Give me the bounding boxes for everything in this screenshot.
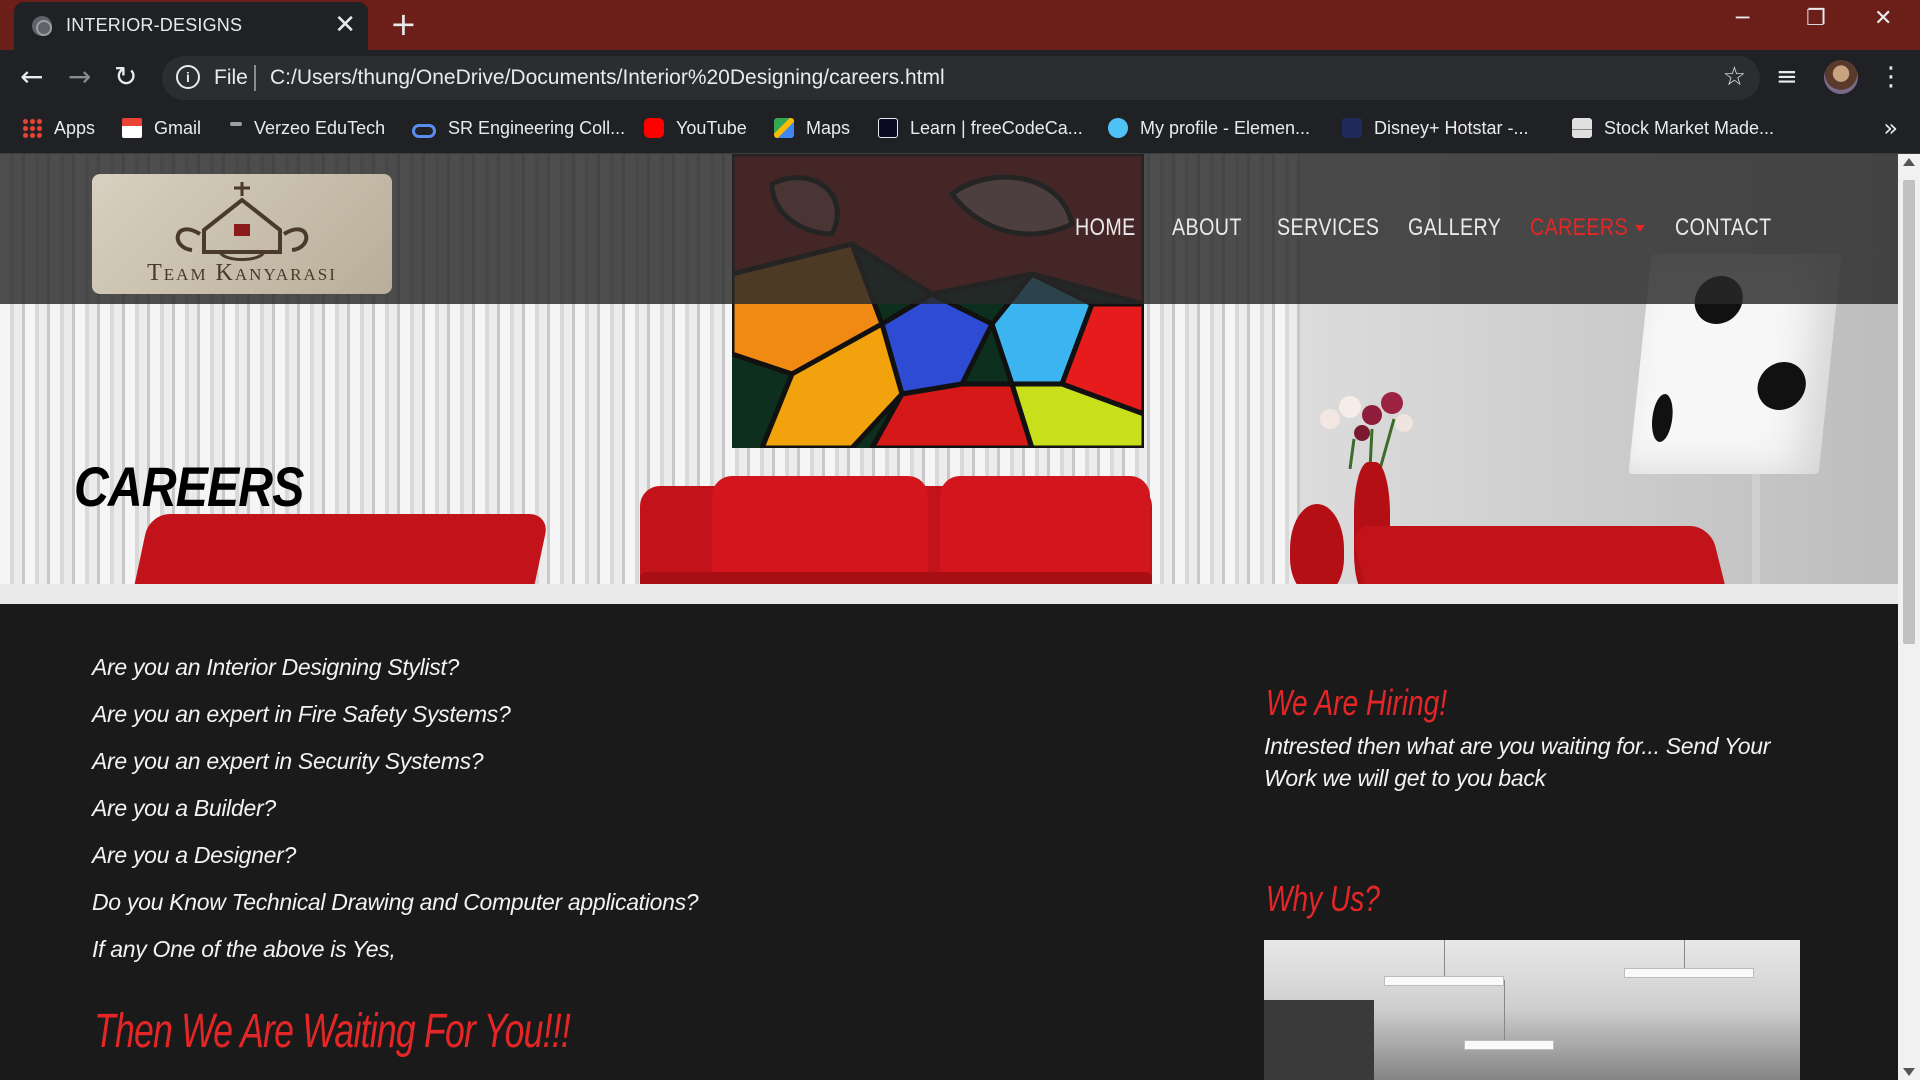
- page-scrollbar[interactable]: [1898, 154, 1920, 1080]
- tab-close-icon[interactable]: ✕: [334, 10, 356, 40]
- scroll-down-arrow-icon[interactable]: [1903, 1068, 1915, 1076]
- nav-about[interactable]: ABOUT: [1172, 214, 1242, 242]
- question-line: Are you an expert in Security Systems?: [92, 748, 484, 774]
- verzeo-icon: [230, 122, 242, 126]
- bookmark-sr-engineering[interactable]: SR Engineering Coll...: [412, 118, 625, 139]
- nav-services[interactable]: SERVICES: [1277, 214, 1379, 242]
- dropdown-caret-icon: [1634, 225, 1645, 232]
- bookmark-apps[interactable]: Apps: [22, 118, 95, 139]
- site-navbar: Team Kanyarasi HOME ABOUT SERVICES GALLE…: [0, 154, 1898, 304]
- pendant-light: [1624, 968, 1754, 978]
- bookmark-maps[interactable]: Maps: [774, 118, 850, 139]
- cta-heading: Then We Are Waiting For You!!!: [94, 1005, 571, 1058]
- sofa-cushion: [940, 476, 1150, 576]
- minimize-icon[interactable]: ─: [1736, 6, 1749, 31]
- site-logo[interactable]: Team Kanyarasi: [92, 174, 392, 294]
- bookmark-freecodecamp[interactable]: Learn | freeCodeCa...: [878, 118, 1083, 139]
- bookmark-label: Verzeo EduTech: [254, 118, 386, 138]
- lamp-dot: [1755, 362, 1809, 410]
- freecodecamp-icon: [878, 118, 898, 138]
- scroll-up-arrow-icon[interactable]: [1903, 158, 1915, 166]
- question-line: If any One of the above is Yes,: [92, 936, 396, 962]
- house-emblem-icon: [175, 182, 309, 261]
- nav-careers[interactable]: CAREERS: [1530, 214, 1645, 242]
- lamp-dot: [1649, 394, 1675, 442]
- round-vase: [1290, 504, 1344, 594]
- question-line: Are you an expert in Fire Safety Systems…: [92, 701, 511, 727]
- logo-text: Team Kanyarasi: [147, 260, 337, 286]
- site-info-icon[interactable]: i: [176, 65, 200, 89]
- browser-toolbar: ← → ↻ i File C:/Users/thung/OneDrive/Doc…: [0, 50, 1920, 106]
- tab-title: INTERIOR-DESIGNS: [66, 15, 243, 35]
- address-separator: [254, 65, 256, 91]
- hiring-text: Intrested then what are you waiting for.…: [1264, 733, 1771, 791]
- hotstar-icon: [1342, 118, 1362, 138]
- why-us-image: [1264, 940, 1800, 1080]
- hero-banner: Team Kanyarasi HOME ABOUT SERVICES GALLE…: [0, 154, 1898, 604]
- nav-contact[interactable]: CONTACT: [1675, 214, 1772, 242]
- why-us-heading: Why Us?: [1266, 878, 1380, 919]
- bookmark-verzeo[interactable]: Verzeo EduTech: [230, 118, 385, 139]
- globe-icon: [32, 16, 52, 36]
- stock-chart-icon: [1572, 118, 1592, 138]
- scrollbar-thumb[interactable]: [1903, 180, 1915, 644]
- maps-icon: [774, 118, 794, 138]
- bookmark-label: Apps: [54, 118, 96, 138]
- reload-icon[interactable]: ↻: [114, 62, 137, 92]
- bookmark-label: SR Engineering Coll...: [448, 118, 626, 138]
- nav-careers-label: CAREERS: [1530, 214, 1629, 241]
- question-line: Are you a Designer?: [92, 842, 296, 868]
- page-viewport: Team Kanyarasi HOME ABOUT SERVICES GALLE…: [0, 154, 1898, 1080]
- pendant-wire: [1684, 940, 1685, 968]
- nav-gallery[interactable]: GALLERY: [1408, 214, 1501, 242]
- pendant-light: [1464, 1040, 1554, 1050]
- floor: [0, 584, 1898, 604]
- pendant-wire: [1444, 940, 1445, 976]
- browser-tab[interactable]: INTERIOR-DESIGNS ✕: [14, 2, 368, 50]
- pendant-light: [1384, 976, 1504, 986]
- page-title: CAREERS: [74, 455, 304, 518]
- media-control-icon[interactable]: ≡: [1776, 62, 1798, 92]
- question-line: Are you a Builder?: [92, 795, 276, 821]
- apps-grid-icon: [22, 118, 42, 138]
- address-bar[interactable]: i File C:/Users/thung/OneDrive/Documents…: [162, 56, 1760, 100]
- sofa-cushion: [712, 476, 928, 576]
- bookmark-star-icon[interactable]: ☆: [1723, 62, 1746, 92]
- bookmark-label: YouTube: [676, 118, 747, 138]
- file-scheme-label: File: [214, 66, 248, 89]
- bookmark-label: Learn | freeCodeCa...: [910, 118, 1083, 138]
- sr-infinity-icon: [412, 124, 436, 138]
- browser-menu-icon[interactable]: ⋮: [1878, 62, 1904, 92]
- bookmark-label: Stock Market Made...: [1604, 118, 1775, 138]
- flower-bouquet: [1320, 392, 1413, 469]
- pendant-wire: [1504, 980, 1505, 1040]
- hiring-heading: We Are Hiring!: [1266, 682, 1448, 723]
- question-line: Do you Know Technical Drawing and Comput…: [92, 889, 699, 915]
- browser-tab-strip: INTERIOR-DESIGNS ✕ + ─ ❐ ✕: [0, 0, 1920, 50]
- profile-avatar[interactable]: [1824, 60, 1858, 94]
- bookmark-label: Gmail: [154, 118, 202, 138]
- bookmark-label: My profile - Elemen...: [1140, 118, 1311, 138]
- why-us-wall: [1264, 1000, 1374, 1080]
- forward-icon[interactable]: →: [68, 62, 91, 92]
- nav-home[interactable]: HOME: [1075, 214, 1136, 242]
- youtube-icon: [644, 118, 664, 138]
- question-line: Are you an Interior Designing Stylist?: [92, 654, 460, 680]
- new-tab-button[interactable]: +: [390, 8, 417, 40]
- restore-icon[interactable]: ❐: [1806, 6, 1826, 31]
- bookmark-youtube[interactable]: YouTube: [644, 118, 747, 139]
- bookmark-element[interactable]: My profile - Elemen...: [1108, 118, 1310, 139]
- window-close-icon[interactable]: ✕: [1874, 6, 1892, 31]
- bookmark-stock-market[interactable]: Stock Market Made...: [1572, 118, 1774, 139]
- gmail-icon: [122, 118, 142, 138]
- bookmark-gmail[interactable]: Gmail: [122, 118, 201, 139]
- element-icon: [1108, 118, 1128, 138]
- bookmark-label: Maps: [806, 118, 851, 138]
- bookmark-hotstar[interactable]: Disney+ Hotstar -...: [1342, 118, 1529, 139]
- bookmarks-overflow-icon[interactable]: »: [1883, 114, 1898, 142]
- bookmark-label: Disney+ Hotstar -...: [1374, 118, 1529, 138]
- url-text[interactable]: C:/Users/thung/OneDrive/Documents/Interi…: [270, 66, 945, 90]
- bookmarks-bar: Apps Gmail Verzeo EduTech SR Engineering…: [0, 106, 1920, 154]
- back-icon[interactable]: ←: [20, 62, 43, 92]
